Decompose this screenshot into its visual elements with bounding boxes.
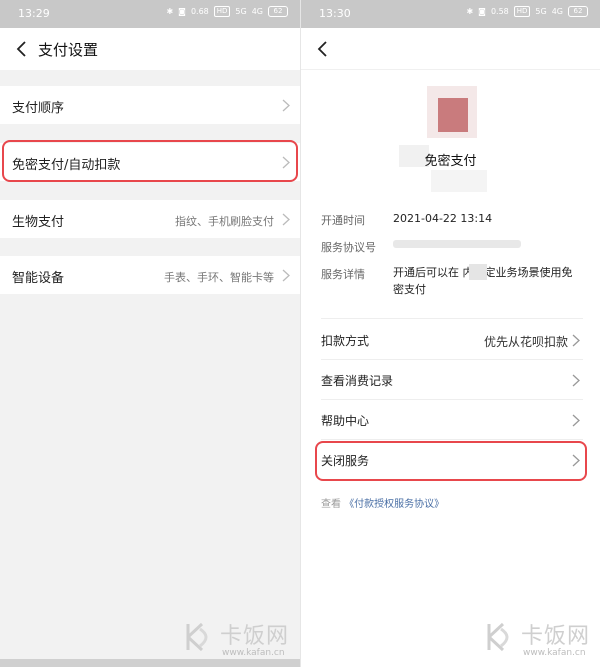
left-screen: 13:29 ✱ ◙ 0.68 HD 5G 4G 62 支付设置 支付顺序 免密支…: [0, 0, 300, 667]
agreement-number-label: 服务协议号: [321, 241, 376, 254]
agreement-link[interactable]: 《付款授权服务协议》: [344, 499, 444, 510]
divider: [321, 318, 583, 319]
row-label: 扣款方式: [321, 334, 370, 348]
hd-icon: HD: [513, 6, 531, 17]
menu-item-value: 指纹、手机刷脸支付: [175, 215, 274, 228]
bluetooth-icon: ✱: [466, 7, 474, 16]
menu-item-label: 智能设备: [12, 271, 65, 286]
menu-item-biometric-payment[interactable]: 生物支付 指纹、手机刷脸支付: [0, 200, 300, 238]
chevron-right-icon: [282, 213, 290, 226]
agreement-line: 查看 《付款授权服务协议》: [321, 495, 444, 510]
battery-icon: 62: [568, 6, 588, 17]
battery-icon: 62: [268, 6, 288, 17]
row-value: 优先从花呗扣款: [483, 335, 568, 349]
network-speed: 0.68: [190, 7, 209, 16]
watermark: 卡饭网 www.kafan.cn: [485, 616, 600, 664]
chevron-right-icon: [282, 269, 290, 282]
menu-item-label: 支付顺序: [12, 101, 65, 116]
highlight-box: [2, 140, 298, 182]
blur-patch: [431, 170, 487, 192]
chevron-right-icon: [572, 414, 580, 427]
watermark: 卡饭网 www.kafan.cn: [184, 616, 300, 664]
watermark-logo-icon: [186, 622, 208, 652]
signal-5g-icon: 5G: [235, 7, 247, 16]
open-time-value: 2021-04-22 13:14: [393, 212, 493, 225]
menu-item-label: 生物支付: [12, 215, 65, 230]
right-screen: 13:30 ✱ ◙ 0.58 HD 5G 4G 62 免密支付 开通时间 202…: [301, 0, 600, 667]
service-detail-value: 开通后可以在 内指定业务场景使用免密支付: [393, 266, 573, 296]
home-indicator: [0, 659, 300, 667]
consumption-records-row[interactable]: 查看消费记录: [301, 360, 600, 400]
status-bar: 13:30 ✱ ◙ 0.58 HD 5G 4G 62: [301, 0, 600, 28]
signal-4g-icon: 4G: [251, 7, 263, 16]
open-time-label: 开通时间: [321, 214, 365, 227]
nav-bar: 支付设置: [0, 28, 300, 70]
back-arrow-icon[interactable]: [313, 39, 333, 59]
agreement-number-masked: [393, 240, 521, 248]
status-time: 13:30: [319, 7, 351, 20]
page-title: 支付设置: [38, 41, 99, 59]
row-label: 帮助中心: [321, 414, 370, 428]
hd-icon: HD: [213, 6, 231, 17]
watermark-url: www.kafan.cn: [523, 648, 586, 658]
status-time: 13:29: [18, 7, 50, 20]
status-icons: ✱ ◙ 0.68 HD 5G 4G 62: [166, 6, 288, 17]
menu-item-value: 手表、手环、智能卡等: [164, 271, 274, 284]
logo-image: [438, 98, 468, 132]
watermark-title: 卡饭网: [521, 624, 591, 649]
watermark-url: www.kafan.cn: [222, 648, 285, 658]
bluetooth-icon: ✱: [166, 7, 174, 16]
chevron-right-icon: [282, 99, 290, 112]
chevron-right-icon: [572, 374, 580, 387]
watermark-title: 卡饭网: [220, 624, 290, 649]
detail-masked-text: [469, 264, 487, 280]
status-icons: ✱ ◙ 0.58 HD 5G 4G 62: [466, 6, 588, 17]
menu-item-smart-devices[interactable]: 智能设备 手表、手环、智能卡等: [0, 256, 300, 294]
help-center-row[interactable]: 帮助中心: [301, 400, 600, 440]
watermark-logo-icon: [487, 622, 509, 652]
highlight-box: [315, 441, 587, 481]
row-label: 查看消费记录: [321, 374, 394, 388]
menu-item-payment-order[interactable]: 支付顺序: [0, 86, 300, 124]
status-bar: 13:29 ✱ ◙ 0.68 HD 5G 4G 62: [0, 0, 300, 28]
service-name: 免密支付: [424, 154, 477, 169]
chevron-right-icon: [572, 334, 580, 347]
signal-5g-icon: 5G: [535, 7, 547, 16]
signal-4g-icon: 4G: [551, 7, 563, 16]
service-detail-label: 服务详情: [321, 268, 365, 281]
payment-method-row[interactable]: 扣款方式 优先从花呗扣款: [301, 320, 600, 360]
agreement-prefix: 查看: [321, 499, 341, 510]
nav-bar: [301, 28, 600, 70]
network-speed: 0.58: [490, 7, 509, 16]
back-arrow-icon[interactable]: [12, 39, 32, 59]
nfc-icon: ◙: [478, 7, 486, 16]
nfc-icon: ◙: [178, 7, 186, 16]
